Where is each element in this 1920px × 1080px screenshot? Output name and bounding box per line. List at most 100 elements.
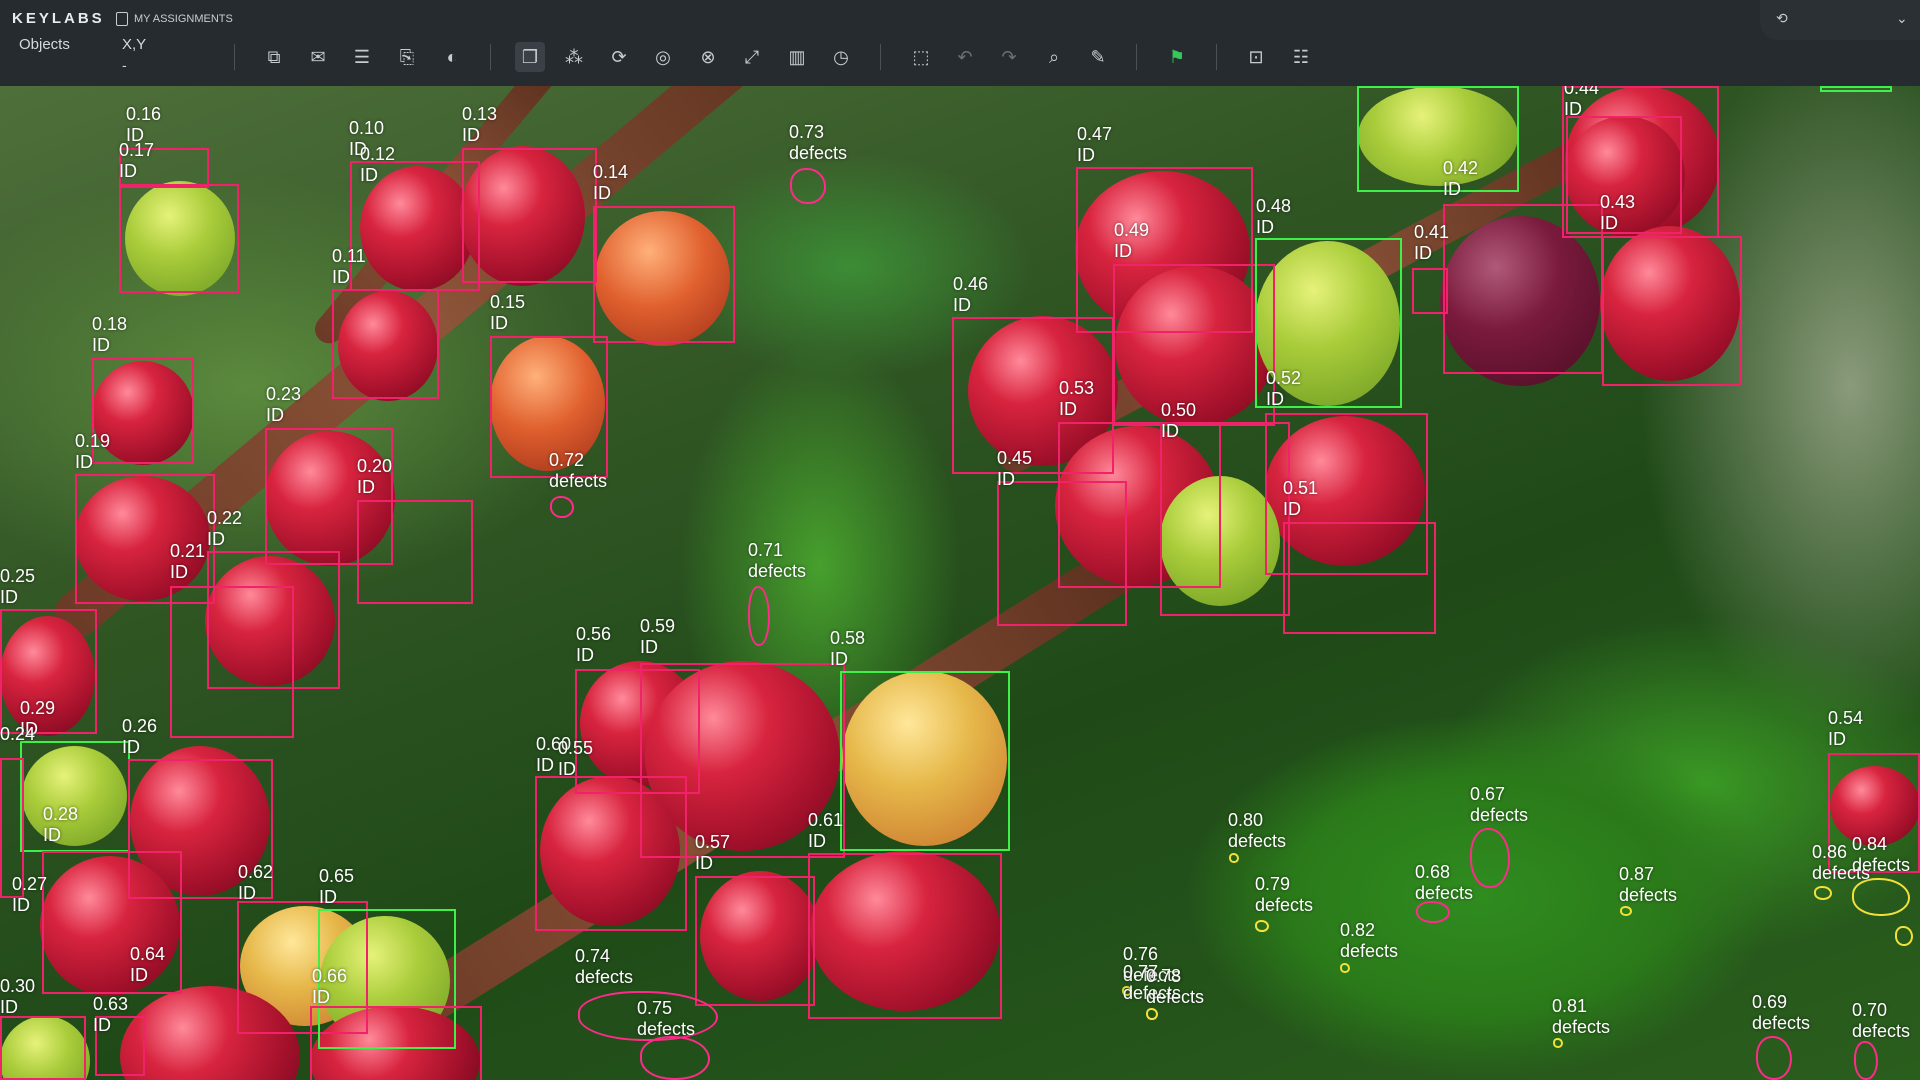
flag-icon[interactable]: ⚑ — [1162, 42, 1192, 72]
session-panel: ⟲ ⌄ — [1760, 0, 1920, 40]
label-0.71: 0.71 defects — [748, 540, 807, 581]
brand-logo: KEYLABS — [12, 10, 105, 27]
bbox-0.11[interactable] — [332, 289, 439, 399]
clipboard-icon[interactable]: ⎘ — [392, 42, 422, 72]
label-0.52: 0.52 ID — [1266, 368, 1302, 409]
objects-tab[interactable]: Objects — [19, 36, 70, 53]
defect-0.75[interactable] — [640, 1036, 710, 1080]
list-icon[interactable]: ☰ — [347, 42, 377, 72]
contrast-icon[interactable]: ◐ — [437, 42, 467, 72]
stack-icon[interactable]: ☷ — [1286, 42, 1316, 72]
bbox-0.55[interactable] — [535, 776, 687, 931]
grid-icon[interactable]: ⊗ — [693, 42, 723, 72]
chevron-down-icon[interactable]: ⌄ — [1896, 10, 1908, 27]
bbox-0.61[interactable] — [808, 853, 1002, 1019]
defect-0.87[interactable] — [1620, 906, 1632, 916]
select-icon[interactable]: ⬚ — [906, 42, 936, 72]
defect-0.86[interactable] — [1814, 886, 1832, 900]
label-0.17: 0.17 ID — [119, 140, 155, 181]
target-icon[interactable]: ◎ — [648, 42, 678, 72]
label-0.21: 0.21 ID — [170, 541, 206, 582]
search-marker-icon[interactable]: ⌕ — [1039, 42, 1069, 72]
label-0.55: 0.55 ID — [558, 738, 594, 779]
defect-0.72[interactable] — [550, 496, 574, 518]
rotate-icon[interactable]: ⟳ — [604, 42, 634, 72]
label-0.64: 0.64 ID — [130, 944, 166, 985]
defect-0.79[interactable] — [1255, 920, 1269, 932]
label-0.74: 0.74 defects — [575, 946, 634, 987]
my-assignments-link[interactable]: MY ASSIGNMENTS — [116, 12, 233, 26]
label-0.67: 0.67 defects — [1470, 784, 1529, 825]
bbox-0.20[interactable] — [357, 500, 473, 604]
image-canvas[interactable]: 0.16 ID 0.17 ID 0.10 ID 0.12 ID 0.13 ID 0.14 I… — [0, 86, 1920, 1080]
expand-icon[interactable]: ⤢ — [737, 42, 767, 72]
label-0.46: 0.46 ID — [953, 274, 989, 315]
bbox-0.13[interactable] — [462, 148, 597, 283]
label-0.51: 0.51 ID — [1283, 478, 1319, 519]
bbox-small[interactable] — [1412, 268, 1448, 314]
toolbar-divider — [1216, 44, 1217, 70]
bbox-0.14[interactable] — [593, 206, 735, 343]
bbox-0.30[interactable] — [0, 1016, 86, 1080]
comment-icon[interactable]: ✉ — [303, 42, 333, 72]
toolbar-divider — [1136, 44, 1137, 70]
toolbar-divider — [234, 44, 235, 70]
label-0.87: 0.87 defects — [1619, 864, 1678, 905]
bbox-0.57[interactable] — [695, 876, 815, 1006]
defect-0.69[interactable] — [1756, 1036, 1792, 1080]
label-0.65: 0.65 ID — [319, 866, 355, 907]
defect-0.68[interactable] — [1416, 901, 1450, 923]
bbox-0.45[interactable] — [997, 481, 1127, 626]
bbox-0.17[interactable] — [119, 184, 239, 293]
label-0.58: 0.58 ID — [830, 628, 866, 669]
label-0.28: 0.28 ID — [43, 804, 79, 845]
refresh-icon[interactable]: ⟲ — [1776, 10, 1788, 27]
label-0.50: 0.50 ID — [1161, 400, 1197, 441]
label-0.61: 0.61 ID — [808, 810, 844, 851]
top-toolbar: KEYLABS MY ASSIGNMENTS Objects X,Y - ⧉ ✉… — [0, 0, 1920, 86]
label-0.84: 0.84 defects — [1852, 834, 1911, 875]
label-0.26: 0.26 ID — [122, 716, 158, 757]
bbox-0.51[interactable] — [1283, 522, 1436, 634]
defect-0.67[interactable] — [1470, 828, 1510, 888]
label-0.82: 0.82 defects — [1340, 920, 1399, 961]
label-0.56: 0.56 ID — [576, 624, 612, 665]
defect-0.80[interactable] — [1229, 853, 1239, 863]
defect-0.71[interactable] — [748, 586, 770, 646]
split-icon[interactable]: ▥ — [782, 42, 812, 72]
label-0.14: 0.14 ID — [593, 162, 629, 203]
bbox-0.58[interactable] — [840, 671, 1010, 851]
defect-0.85[interactable] — [1895, 926, 1913, 946]
label-0.20: 0.20 ID — [357, 456, 393, 497]
defect-0.73[interactable] — [790, 168, 826, 204]
clock-icon[interactable]: ◷ — [826, 42, 856, 72]
label-0.78: 0.78 defects — [1146, 966, 1205, 1007]
edit-icon[interactable]: ✎ — [1083, 42, 1113, 72]
defect-0.70[interactable] — [1854, 1041, 1878, 1080]
copy-icon[interactable]: ❐ — [515, 42, 545, 72]
label-0.47: 0.47 ID — [1077, 124, 1113, 165]
bbox-edge[interactable] — [1820, 86, 1892, 92]
bbox-0.41[interactable] — [1443, 204, 1603, 374]
bbox-0.41b[interactable] — [1602, 236, 1742, 386]
label-0.57: 0.57 ID — [695, 832, 731, 873]
label-0.73: 0.73 defects — [789, 122, 848, 163]
redo-icon[interactable]: ↷ — [994, 42, 1024, 72]
defect-0.82[interactable] — [1340, 963, 1350, 973]
annotation-app: KEYLABS MY ASSIGNMENTS Objects X,Y - ⧉ ✉… — [0, 0, 1920, 1080]
label-0.53: 0.53 ID — [1059, 378, 1095, 419]
undo-icon[interactable]: ↶ — [950, 42, 980, 72]
bbox-0.66[interactable] — [310, 1006, 482, 1080]
bbox-0.21[interactable] — [170, 586, 294, 738]
keypoints-icon[interactable]: ⁂ — [559, 42, 589, 72]
defect-0.78[interactable] — [1146, 1008, 1158, 1020]
label-0.43: 0.43 ID — [1600, 192, 1636, 233]
defect-0.81[interactable] — [1553, 1038, 1563, 1048]
label-0.63: 0.63 ID — [93, 994, 129, 1035]
screenshot-icon[interactable]: ⊡ — [1241, 42, 1271, 72]
label-0.22: 0.22 ID — [207, 508, 243, 549]
new-object-icon[interactable]: ⧉ — [259, 42, 289, 72]
bbox-0.42[interactable] — [1357, 86, 1519, 192]
bbox-0.19[interactable] — [75, 474, 215, 604]
label-0.75: 0.75 defects — [637, 998, 696, 1039]
